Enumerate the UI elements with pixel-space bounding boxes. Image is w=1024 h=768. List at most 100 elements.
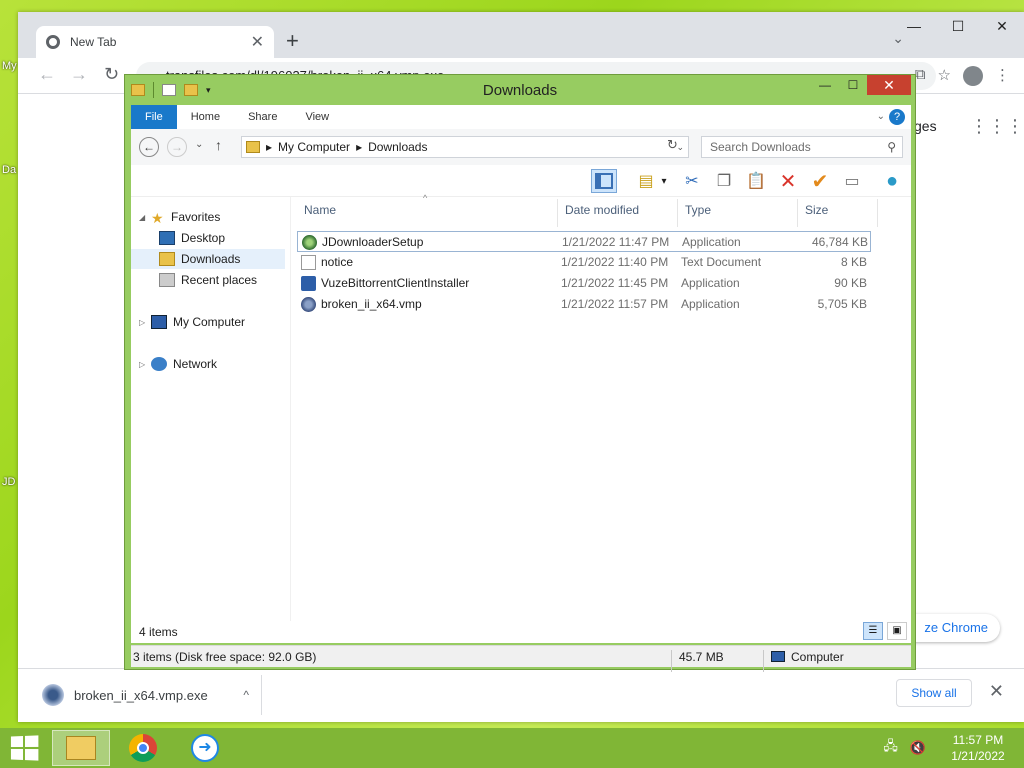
ntp-pages-link[interactable]: ges bbox=[914, 118, 937, 134]
column-header-name[interactable]: Name bbox=[304, 203, 336, 223]
file-name: notice bbox=[321, 255, 354, 269]
taskbar-file-explorer[interactable] bbox=[52, 730, 110, 766]
breadcrumb-sep[interactable]: ▸ bbox=[356, 140, 362, 154]
breadcrumb-downloads[interactable]: Downloads bbox=[368, 140, 427, 154]
bookmark-star-icon[interactable]: ☆ bbox=[938, 66, 951, 86]
file-size: 5,705 KB bbox=[817, 297, 867, 311]
file-type: Application bbox=[681, 297, 740, 311]
copy-icon[interactable]: ❐ bbox=[711, 169, 737, 193]
back-button[interactable]: ← bbox=[38, 64, 56, 85]
nav-my-computer[interactable]: ▷ My Computer bbox=[139, 312, 245, 332]
status-selection: 3 items (Disk free space: 92.0 GB) bbox=[133, 650, 317, 664]
cut-icon[interactable]: ✂ bbox=[679, 169, 705, 193]
nav-desktop[interactable]: Desktop bbox=[159, 228, 225, 248]
large-icons-view-icon[interactable]: ▣ bbox=[887, 622, 907, 640]
nav-favorites[interactable]: ◢ ★ Favorites bbox=[139, 207, 220, 227]
close-download-shelf-icon[interactable]: ✕ bbox=[989, 681, 1004, 702]
collapse-arrow-icon[interactable]: ▷ bbox=[139, 318, 147, 327]
close-button[interactable]: ✕ bbox=[867, 75, 911, 95]
taskbar-chrome[interactable] bbox=[114, 730, 172, 766]
tab-strip: New Tab ✕ + ⌄ — ☐ ✕ bbox=[18, 12, 1024, 58]
chevron-up-icon[interactable]: ^ bbox=[243, 688, 249, 702]
extension-icon[interactable]: ⧉ bbox=[915, 66, 926, 86]
computer-icon bbox=[771, 651, 785, 662]
collapse-arrow-icon[interactable]: ▷ bbox=[139, 360, 147, 369]
globe-icon[interactable]: ● bbox=[879, 169, 905, 193]
minimize-button[interactable]: — bbox=[811, 75, 839, 95]
divider[interactable] bbox=[677, 199, 678, 227]
column-header-type[interactable]: Type bbox=[685, 203, 711, 223]
delete-icon[interactable]: ✕ bbox=[775, 169, 801, 193]
divider[interactable] bbox=[557, 199, 558, 227]
address-row: ← → ⌄ ↑ ▸ My Computer ▸ Downloads ⌄ ↻ Se… bbox=[131, 129, 911, 165]
nav-downloads[interactable]: Downloads bbox=[131, 249, 285, 269]
nav-network[interactable]: ▷ Network bbox=[139, 354, 217, 374]
tab-file[interactable]: File bbox=[131, 105, 177, 129]
search-input[interactable]: Search Downloads ⚲ bbox=[701, 136, 903, 158]
file-row[interactable]: broken_ii_x64.vmp 1/21/2022 11:57 PM App… bbox=[297, 294, 871, 315]
chrome-menu-icon[interactable]: ⋮ bbox=[995, 66, 1010, 86]
maximize-button[interactable]: ☐ bbox=[936, 12, 980, 40]
maximize-button[interactable]: ☐ bbox=[839, 75, 867, 95]
recent-locations-icon[interactable]: ⌄ bbox=[195, 139, 203, 150]
expand-ribbon-icon[interactable]: ⌄ bbox=[873, 105, 889, 129]
explorer-content: ◢ ★ Favorites Desktop Downloads Recent p… bbox=[131, 193, 911, 643]
download-item[interactable]: broken_ii_x64.vmp.exe ^ bbox=[28, 675, 262, 715]
up-button[interactable]: ↑ bbox=[215, 137, 222, 153]
options-caret-icon[interactable]: ▾ bbox=[657, 169, 671, 193]
clock[interactable]: 11:57 PM 1/21/2022 bbox=[938, 732, 1018, 764]
file-type: Application bbox=[681, 276, 740, 290]
tab-view[interactable]: View bbox=[291, 105, 343, 129]
rename-checkmark-icon[interactable]: ✔ bbox=[807, 169, 833, 193]
window-title: Downloads bbox=[482, 82, 558, 99]
new-tab-button[interactable]: + bbox=[286, 28, 299, 54]
preview-pane-button[interactable] bbox=[591, 169, 617, 193]
help-icon[interactable]: ? bbox=[889, 109, 905, 125]
refresh-icon[interactable]: ↻ bbox=[667, 137, 678, 153]
reload-button[interactable]: ↻ bbox=[104, 64, 119, 85]
network-icon[interactable]: 🖧 bbox=[883, 737, 898, 759]
properties-icon[interactable]: ▭ bbox=[839, 169, 865, 193]
expand-arrow-icon[interactable]: ◢ bbox=[139, 213, 147, 222]
windows-logo-icon bbox=[10, 736, 24, 748]
breadcrumb-my-computer[interactable]: My Computer bbox=[278, 140, 350, 154]
taskbar-app[interactable]: ➜ bbox=[176, 730, 234, 766]
volume-muted-icon[interactable]: 🔇 bbox=[910, 740, 926, 756]
close-button[interactable]: ✕ bbox=[980, 12, 1024, 40]
tab-title: New Tab bbox=[70, 35, 117, 49]
forward-button[interactable]: → bbox=[167, 137, 187, 157]
address-bar[interactable]: ▸ My Computer ▸ Downloads ⌄ bbox=[241, 136, 689, 158]
apps-grid-icon[interactable]: ⋮⋮⋮ bbox=[970, 116, 1024, 137]
file-row[interactable]: VuzeBittorrentClientInstaller 1/21/2022 … bbox=[297, 273, 871, 294]
tab-close-icon[interactable]: ✕ bbox=[251, 32, 264, 52]
divider[interactable] bbox=[877, 199, 878, 227]
navigation-pane: ◢ ★ Favorites Desktop Downloads Recent p… bbox=[131, 197, 291, 643]
desktop-icon-label[interactable]: JD bbox=[2, 476, 15, 488]
explorer-window: ▾ Downloads — ☐ ✕ File Home Share View ⌄… bbox=[124, 74, 916, 672]
column-header-size[interactable]: Size bbox=[805, 203, 828, 223]
profile-avatar[interactable] bbox=[963, 66, 983, 86]
nav-label: Downloads bbox=[181, 252, 241, 266]
back-button[interactable]: ← bbox=[139, 137, 159, 157]
file-row[interactable]: JDownloaderSetup 1/21/2022 11:47 PM Appl… bbox=[297, 231, 871, 252]
search-icon[interactable]: ⚲ bbox=[887, 137, 896, 157]
nav-recent-places[interactable]: Recent places bbox=[159, 270, 257, 290]
divider[interactable] bbox=[797, 199, 798, 227]
desktop-icon-label[interactable]: My bbox=[2, 60, 17, 72]
tab-new-tab[interactable]: New Tab ✕ bbox=[36, 26, 274, 58]
file-row[interactable]: notice 1/21/2022 11:40 PM Text Document … bbox=[297, 252, 871, 273]
status-size: 45.7 MB bbox=[679, 650, 724, 664]
forward-button[interactable]: → bbox=[70, 64, 88, 85]
start-button[interactable] bbox=[10, 735, 39, 761]
paste-icon[interactable]: 📋 bbox=[743, 169, 769, 193]
show-all-button[interactable]: Show all bbox=[896, 679, 972, 707]
toolbar-right-icons: ⧉ ☆ ⋮ bbox=[915, 66, 1010, 86]
details-view-icon[interactable]: ☰ bbox=[863, 622, 883, 640]
desktop-icon-label[interactable]: Da bbox=[2, 164, 16, 176]
minimize-button[interactable]: — bbox=[892, 12, 936, 40]
folder-options-icon[interactable]: ▤ bbox=[633, 169, 659, 193]
column-header-date[interactable]: Date modified bbox=[565, 203, 639, 223]
tab-share[interactable]: Share bbox=[234, 105, 291, 129]
tab-home[interactable]: Home bbox=[177, 105, 234, 129]
breadcrumb-sep[interactable]: ▸ bbox=[266, 140, 272, 154]
